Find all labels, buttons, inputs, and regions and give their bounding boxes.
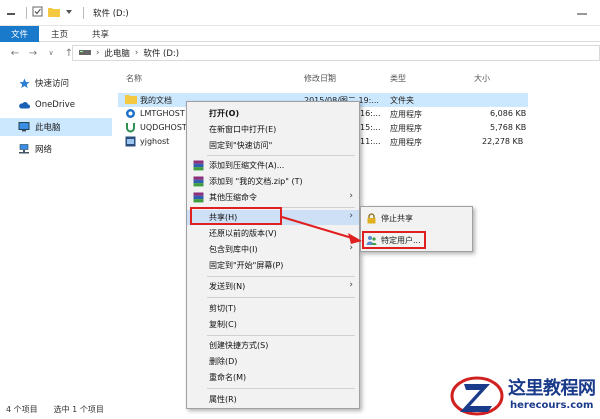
watermark-logo-icon xyxy=(450,376,504,416)
watermark-url: herecours.com xyxy=(510,400,594,411)
status-selected: 选中 1 个项目 xyxy=(53,405,104,414)
watermark: 这里教程网 herecours.com xyxy=(448,372,600,419)
watermark-title: 这里教程网 xyxy=(508,378,596,399)
status-item-count: 4 个项目 xyxy=(6,405,38,414)
annotation-arrow xyxy=(281,216,362,244)
